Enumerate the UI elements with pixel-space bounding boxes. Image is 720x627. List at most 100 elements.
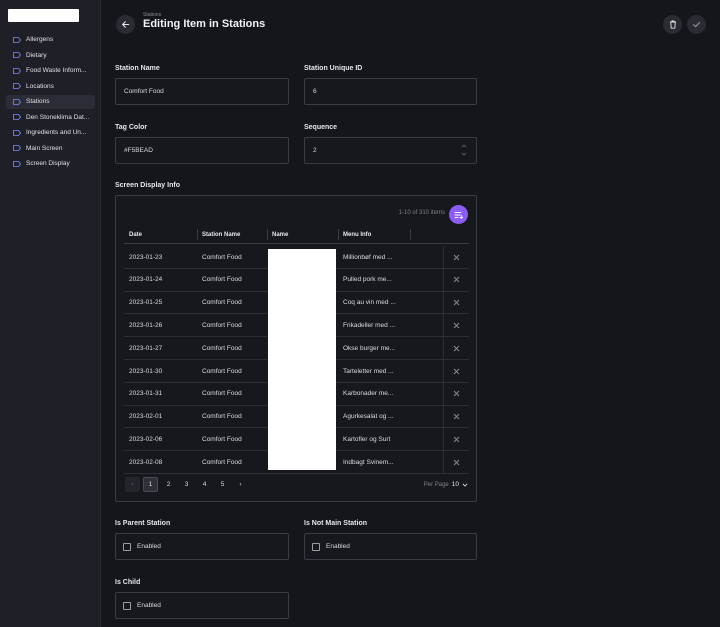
cell-station-name: Comfort Food xyxy=(202,367,242,375)
cell-date: 2023-02-01 xyxy=(129,413,163,421)
column-header-menu-info[interactable]: Menu Info xyxy=(338,225,371,244)
table-header: Date Station Name Name Menu Info xyxy=(124,225,469,244)
is-not-main-station-checkbox[interactable]: Enabled xyxy=(304,533,477,560)
sidebar-item-stations[interactable]: Stations xyxy=(6,95,95,109)
column-header-station-name[interactable]: Station Name xyxy=(197,225,240,244)
checkbox-square[interactable] xyxy=(123,601,131,610)
per-page-value: 10 xyxy=(451,481,459,488)
close-icon xyxy=(453,322,460,329)
remove-row-button[interactable] xyxy=(443,314,469,337)
cell-date: 2023-01-24 xyxy=(129,276,163,284)
checkbox-square[interactable] xyxy=(123,542,131,551)
cell-menu-info: Agurkesalat og ... xyxy=(343,413,394,421)
is-parent-station-label: Is Parent Station xyxy=(115,520,171,527)
station-unique-id-input[interactable]: 6 xyxy=(304,78,477,105)
sidebar-item-label: Dietary xyxy=(26,51,47,59)
column-header-name[interactable]: Name xyxy=(267,225,288,244)
cell-menu-info: Okse burger me... xyxy=(343,344,396,352)
cell-station-name: Comfort Food xyxy=(202,413,242,421)
save-button[interactable] xyxy=(687,15,706,34)
station-name-input[interactable]: Comfort Food xyxy=(115,78,289,105)
sidebar-item-locations[interactable]: Locations xyxy=(6,80,95,94)
remove-row-button[interactable] xyxy=(443,382,469,405)
close-icon xyxy=(453,459,460,466)
close-icon xyxy=(453,368,460,374)
close-icon xyxy=(453,345,460,352)
cell-station-name: Comfort Food xyxy=(202,458,242,466)
tag-icon xyxy=(13,160,21,167)
checkbox-square[interactable] xyxy=(312,542,320,551)
close-icon xyxy=(453,299,460,306)
page-title: Editing Item in Stations xyxy=(143,18,266,30)
cell-date: 2023-01-30 xyxy=(129,367,163,375)
chevron-up-icon[interactable] xyxy=(461,144,467,148)
sequence-stepper[interactable]: 2 xyxy=(304,137,477,164)
sidebar-item-label: Screen Display xyxy=(26,160,70,168)
remove-row-button[interactable] xyxy=(443,451,469,474)
chevron-down-icon[interactable] xyxy=(461,152,467,156)
is-child-checkbox[interactable]: Enabled xyxy=(115,592,289,619)
cell-menu-info: Karbonader me... xyxy=(343,390,394,398)
page-button[interactable]: 4 xyxy=(197,477,212,492)
sidebar-item-label: Stations xyxy=(26,98,50,106)
tag-icon xyxy=(13,98,21,105)
page-button[interactable]: 3 xyxy=(179,477,194,492)
remove-row-button[interactable] xyxy=(443,268,469,291)
cell-date: 2023-02-06 xyxy=(129,435,163,443)
sidebar-item-den-stoneklima[interactable]: Den Stoneklima Dat... xyxy=(6,111,95,125)
sidebar-item-main-screen[interactable]: Main Screen xyxy=(6,142,95,156)
tag-icon xyxy=(13,67,21,74)
close-icon xyxy=(453,436,460,443)
sidebar-item-screen-display[interactable]: Screen Display xyxy=(6,157,95,171)
tag-icon xyxy=(13,83,21,90)
cell-date: 2023-02-08 xyxy=(129,458,163,466)
next-page-button[interactable]: › xyxy=(233,477,248,492)
per-page-select[interactable]: Per Page 10 xyxy=(424,481,468,488)
remove-row-button[interactable] xyxy=(443,405,469,428)
logo xyxy=(8,9,79,22)
sidebar-item-food-waste[interactable]: Food Waste Inform... xyxy=(6,64,95,78)
cell-date: 2023-01-31 xyxy=(129,390,163,398)
remove-row-button[interactable] xyxy=(443,360,469,382)
checkbox-label: Enabled xyxy=(137,602,161,609)
sidebar-item-dietary[interactable]: Dietary xyxy=(6,49,95,63)
back-button[interactable] xyxy=(116,15,135,34)
tag-color-input[interactable]: #F5BEAD xyxy=(115,137,289,164)
filter-list-icon xyxy=(454,211,463,219)
sidebar-item-label: Den Stoneklima Dat... xyxy=(26,113,90,121)
prev-page-button[interactable]: ‹ xyxy=(125,477,140,492)
check-icon xyxy=(693,21,701,28)
sidebar-item-label: Allergens xyxy=(26,36,54,44)
remove-row-button[interactable] xyxy=(443,337,469,360)
sequence-label: Sequence xyxy=(304,124,338,131)
column-header-date[interactable]: Date xyxy=(124,225,142,244)
delete-button[interactable] xyxy=(663,15,682,34)
close-icon xyxy=(453,390,460,397)
cell-menu-info: Pulled pork me... xyxy=(343,276,392,284)
cell-date: 2023-01-27 xyxy=(129,344,163,352)
sidebar-nav: Allergens Dietary Food Waste Inform... L… xyxy=(6,33,95,173)
remove-row-button[interactable] xyxy=(443,246,469,268)
sidebar-item-allergens[interactable]: Allergens xyxy=(6,33,95,47)
station-name-label: Station Name xyxy=(115,65,160,72)
sidebar-item-label: Locations xyxy=(26,82,54,90)
page-button[interactable]: 5 xyxy=(215,477,230,492)
tag-icon xyxy=(13,114,21,121)
page-button[interactable]: 1 xyxy=(143,477,158,492)
remove-row-button[interactable] xyxy=(443,291,469,314)
cell-menu-info: Millionbøf med ... xyxy=(343,253,393,261)
filter-button[interactable] xyxy=(449,205,468,224)
cell-menu-info: Indbagt Svinem... xyxy=(343,458,394,466)
cell-station-name: Comfort Food xyxy=(202,344,242,352)
tag-icon xyxy=(13,129,21,136)
checkbox-label: Enabled xyxy=(137,543,161,550)
page-button[interactable]: 2 xyxy=(161,477,176,492)
cell-menu-info: Tarteletter med ... xyxy=(343,367,394,375)
remove-row-button[interactable] xyxy=(443,428,469,451)
sequence-value: 2 xyxy=(313,147,317,154)
is-parent-station-checkbox[interactable]: Enabled xyxy=(115,533,289,560)
cell-station-name: Comfort Food xyxy=(202,390,242,398)
sidebar-item-ingredients[interactable]: Ingredients and Un... xyxy=(6,126,95,140)
items-count: 1-10 of 310 items xyxy=(398,210,445,216)
checkbox-label: Enabled xyxy=(326,543,350,550)
